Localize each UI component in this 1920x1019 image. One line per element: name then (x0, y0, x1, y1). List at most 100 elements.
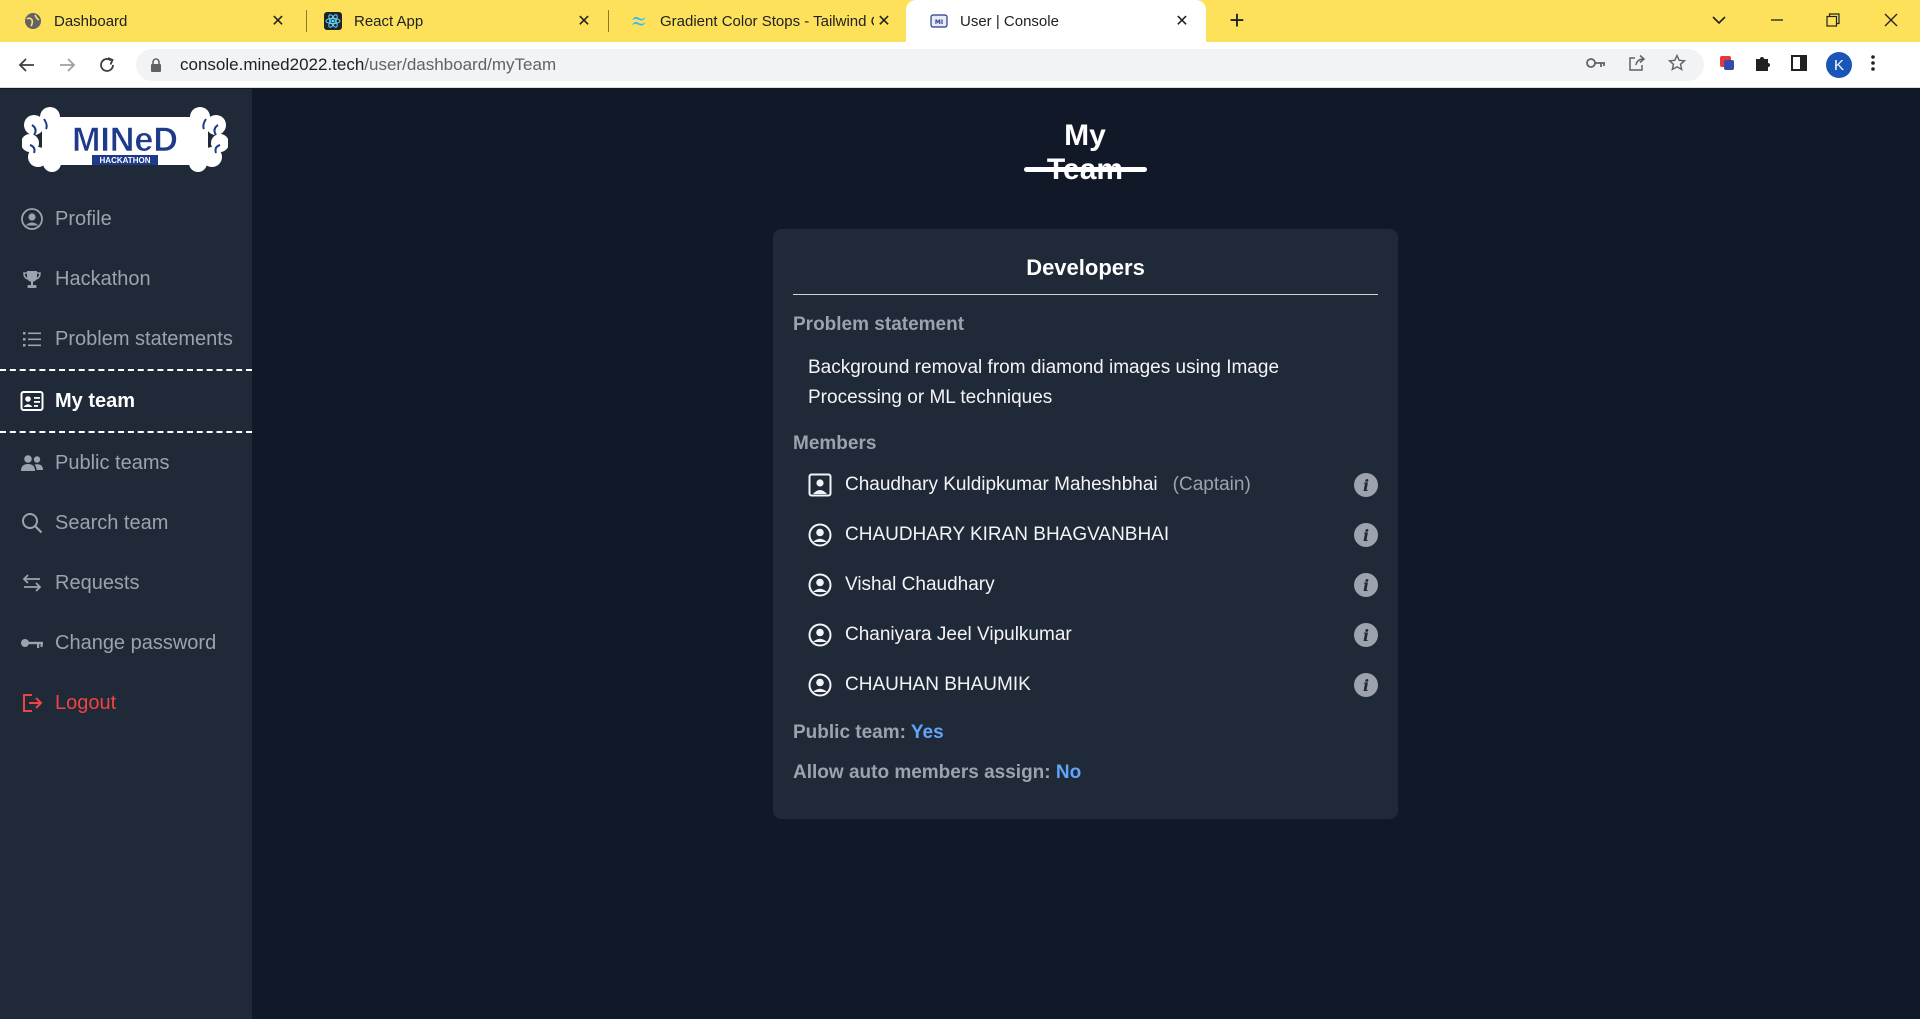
info-icon[interactable]: i (1354, 523, 1378, 547)
browser-toolbar: console.mined2022.tech/user/dashboard/my… (0, 42, 1920, 88)
extension-red-icon[interactable] (1718, 54, 1736, 77)
browser-tab-dashboard[interactable]: Dashboard ✕ (0, 0, 302, 42)
kebab-menu-icon[interactable] (1870, 54, 1876, 77)
tab-title: Gradient Color Stops - Tailwind C (660, 12, 874, 30)
share-icon[interactable] (1628, 54, 1646, 77)
auto-assign-setting: Allow auto members assign: No (793, 762, 1081, 784)
profile-avatar[interactable]: K (1826, 52, 1852, 78)
sidebar-item-my-team[interactable]: My team (0, 369, 252, 433)
info-icon[interactable]: i (1354, 473, 1378, 497)
team-card: Developers Problem statement Background … (773, 229, 1398, 819)
url-text: console.mined2022.tech/user/dashboard/my… (180, 55, 556, 75)
url-host: console.mined2022.tech (180, 55, 365, 74)
logo-subtitle: HACKATHON (100, 156, 151, 165)
sidebar-item-label: Problem statements (55, 327, 233, 350)
sidebar-item-public-teams[interactable]: Public teams (0, 433, 252, 493)
close-icon[interactable]: ✕ (574, 11, 594, 31)
public-team-setting: Public team: Yes (793, 722, 944, 744)
user-circle-icon (808, 623, 832, 647)
close-icon[interactable]: ✕ (874, 11, 894, 31)
close-window-icon[interactable] (1866, 0, 1916, 40)
url-path: /user/dashboard/myTeam (364, 55, 557, 74)
tab-title: Dashboard (54, 12, 128, 30)
close-icon[interactable]: ✕ (268, 11, 288, 31)
trophy-icon (20, 267, 44, 291)
title-underline (1024, 167, 1147, 172)
browser-tabstrip: Dashboard ✕ React App ✕ Gradient Color S… (0, 0, 1920, 42)
sidebar-item-change-password[interactable]: Change password (0, 613, 252, 673)
member-row: CHAUDHARY KIRAN BHAGVANBHAI i (808, 520, 1378, 550)
sidebar-item-label: Hackathon (55, 267, 151, 290)
public-team-label: Public team: (793, 722, 906, 743)
tab-search-chevron-icon[interactable] (1694, 0, 1744, 40)
minimize-icon[interactable] (1752, 0, 1802, 40)
info-icon[interactable]: i (1354, 623, 1378, 647)
captain-icon (808, 473, 832, 497)
lock-icon (150, 58, 164, 72)
sidebar-item-label: Change password (55, 631, 217, 654)
react-icon (324, 12, 342, 30)
back-arrow-icon[interactable] (12, 50, 42, 80)
member-name: CHAUDHARY KIRAN BHAGVANBHAI (845, 524, 1170, 545)
sidebar-item-label: Requests (55, 571, 140, 594)
problem-statement-text: Background removal from diamond images u… (808, 357, 1280, 408)
sidebar: MINeD HACKATHON Profile Hackathon Proble… (0, 89, 252, 1019)
forward-arrow-icon[interactable] (52, 50, 82, 80)
member-name: Chaniyara Jeel Vipulkumar (845, 624, 1072, 645)
logo-wordmark: MINeD (72, 121, 178, 159)
sidebar-item-problem-statements[interactable]: Problem statements (0, 309, 252, 369)
bookmark-star-icon[interactable] (1667, 53, 1687, 77)
sidebar-item-search-team[interactable]: Search team (0, 493, 252, 553)
users-icon (20, 451, 44, 475)
sidebar-item-logout[interactable]: Logout (0, 673, 252, 733)
auto-assign-value: No (1055, 762, 1082, 783)
new-tab-button[interactable]: + (1222, 6, 1252, 36)
member-row: CHAUHAN BHAUMIK i (808, 670, 1378, 700)
sidebar-item-label: Logout (55, 691, 117, 714)
info-icon[interactable]: i (1354, 573, 1378, 597)
restore-icon[interactable] (1808, 0, 1858, 40)
logout-icon (20, 691, 44, 715)
browser-tab-user-console[interactable]: MI User | Console ✕ (906, 0, 1206, 42)
auto-assign-label: Allow auto members assign: (793, 762, 1051, 783)
puzzle-icon[interactable] (1754, 54, 1772, 77)
tab-title: User | Console (960, 12, 1059, 30)
mined-icon: MI (930, 12, 948, 30)
sidebar-item-label: Profile (55, 207, 112, 230)
close-icon[interactable]: ✕ (1172, 11, 1192, 31)
key-icon (20, 631, 44, 655)
svg-text:MI: MI (935, 19, 943, 26)
team-name: Developers (1026, 255, 1145, 280)
sidebar-nav: Profile Hackathon Problem statements My … (0, 189, 252, 733)
id-card-icon (20, 389, 44, 413)
key-icon[interactable] (1586, 56, 1606, 74)
member-row: Chaniyara Jeel Vipulkumar i (808, 620, 1378, 650)
member-row: Vishal Chaudhary i (808, 570, 1378, 600)
members-label: Members (793, 433, 877, 454)
tailwind-icon (630, 12, 648, 30)
side-panel-icon[interactable] (1790, 54, 1808, 77)
member-name: Chaudhary Kuldipkumar Maheshbhai (845, 474, 1158, 495)
member-name: Vishal Chaudhary (845, 574, 995, 595)
browser-tab-react-app[interactable]: React App ✕ (300, 0, 608, 42)
search-icon (20, 511, 44, 535)
sidebar-item-label: Public teams (55, 451, 170, 474)
user-circle-icon (808, 573, 832, 597)
user-circle-icon (808, 673, 832, 697)
member-row: Chaudhary Kuldipkumar Maheshbhai (Captai… (808, 470, 1378, 500)
arrows-exchange-icon (20, 571, 44, 595)
info-icon[interactable]: i (1354, 673, 1378, 697)
sidebar-item-requests[interactable]: Requests (0, 553, 252, 613)
member-name: CHAUHAN BHAUMIK (845, 674, 1031, 695)
member-role: (Captain) (1172, 474, 1251, 495)
user-circle-icon (20, 207, 44, 231)
tab-title: React App (354, 12, 424, 30)
sidebar-item-hackathon[interactable]: Hackathon (0, 249, 252, 309)
globe-icon (24, 12, 42, 30)
browser-tab-tailwind[interactable]: Gradient Color Stops - Tailwind C ✕ (606, 0, 908, 42)
mined-logo[interactable]: MINeD HACKATHON (21, 105, 229, 173)
address-bar[interactable]: console.mined2022.tech/user/dashboard/my… (136, 49, 1704, 81)
sidebar-item-profile[interactable]: Profile (0, 189, 252, 249)
reload-icon[interactable] (92, 50, 122, 80)
sidebar-item-label: Search team (55, 511, 169, 534)
